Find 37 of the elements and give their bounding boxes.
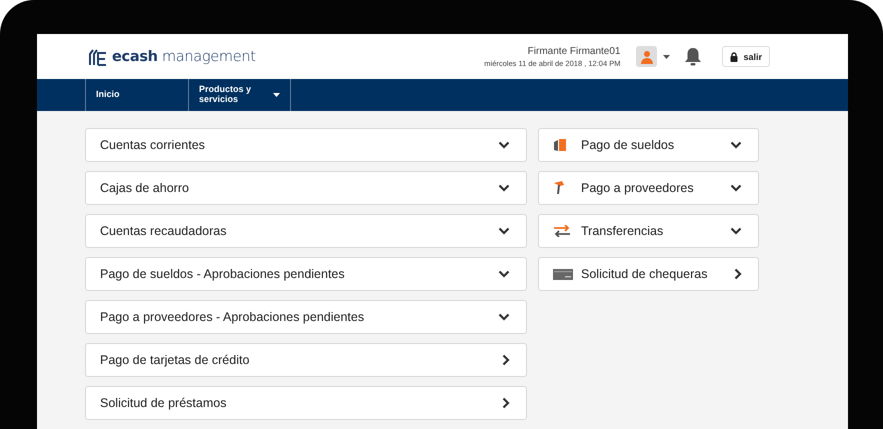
nav-tab[interactable]: Inicio — [85, 79, 188, 111]
nav-tab[interactable]: Productos y servicios — [188, 79, 291, 111]
menu-card[interactable]: Pago de sueldos - Aprobaciones pendientes — [85, 257, 527, 291]
user-name: Firmante Firmante01 — [528, 46, 620, 56]
logo-text: ecash management — [112, 48, 256, 64]
menu-card[interactable]: Solicitud de préstamos — [85, 386, 527, 420]
menu-card[interactable]: Pago de sueldos — [538, 128, 759, 162]
user-icon — [640, 50, 654, 64]
chevron-right-icon — [734, 268, 742, 280]
chevron-down-icon — [498, 313, 510, 321]
logo-icon — [88, 46, 108, 66]
menu-card[interactable]: Pago de tarjetas de crédito — [85, 343, 527, 377]
chevron-down-icon — [730, 227, 742, 235]
lock-icon — [730, 52, 738, 62]
menu-card[interactable]: Cajas de ahorro — [85, 171, 527, 205]
cards-icon — [553, 138, 567, 152]
chevron-down-icon — [730, 141, 742, 149]
caret-icon[interactable] — [663, 54, 670, 58]
chevron-down-icon — [498, 184, 510, 192]
chevron-down-icon — [498, 270, 510, 278]
menu-card[interactable]: Solicitud de chequeras — [538, 257, 759, 291]
bell-icon[interactable] — [684, 47, 702, 66]
menu-card[interactable]: Transferencias — [538, 214, 759, 248]
pin-icon — [553, 180, 567, 196]
menu-card[interactable]: Pago a proveedores — [538, 171, 759, 205]
menu-card[interactable]: Cuentas corrientes — [85, 128, 527, 162]
chevron-down-icon — [730, 184, 742, 192]
chevron-down-icon — [498, 227, 510, 235]
transfer-arrows-icon — [553, 225, 571, 237]
checkbook-icon — [553, 268, 573, 280]
chevron-right-icon — [502, 397, 510, 409]
logout-button[interactable]: salir — [722, 46, 770, 67]
chevron-down-icon — [498, 141, 510, 149]
avatar-button[interactable] — [636, 46, 658, 67]
menu-card[interactable]: Cuentas recaudadoras — [85, 214, 527, 248]
menu-card[interactable]: Pago a proveedores - Aprobaciones pendientes — [85, 300, 527, 334]
chevron-right-icon — [502, 354, 510, 366]
